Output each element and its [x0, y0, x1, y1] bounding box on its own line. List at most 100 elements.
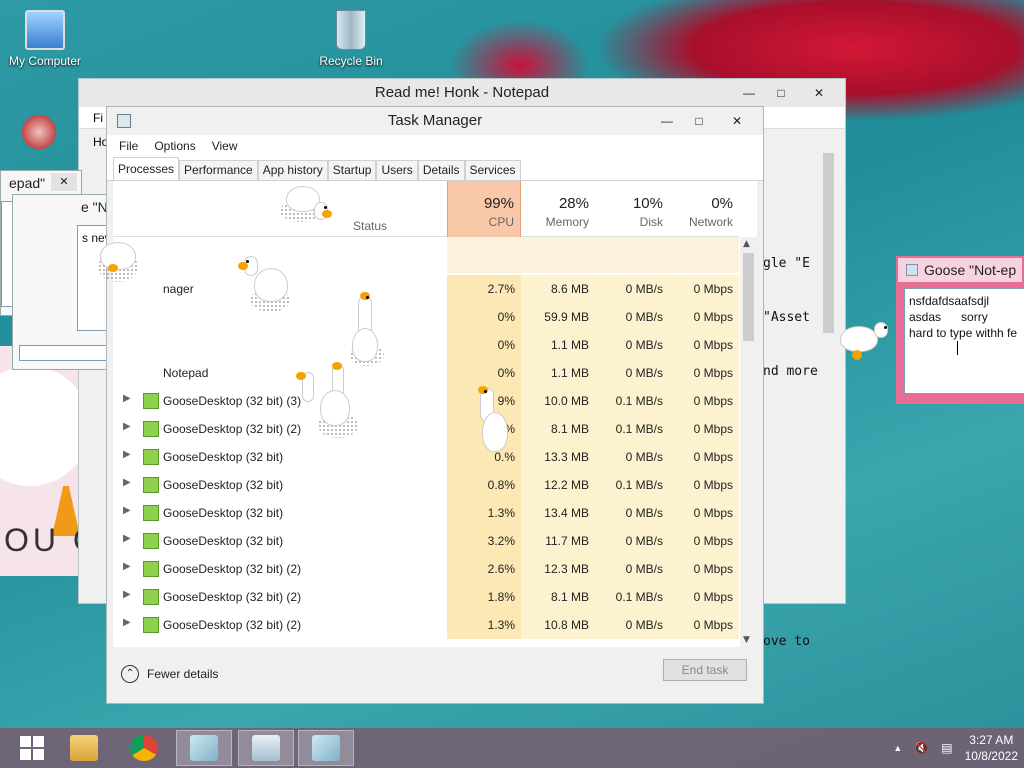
process-memory: 1.1 MB	[550, 338, 589, 352]
expand-caret-icon[interactable]: ▶	[123, 421, 131, 432]
process-row[interactable]: ▶ GooseDesktop (32 bit) (2) 2.6% 12.3 MB 0 M…	[113, 555, 739, 583]
goose-window-title: epad"	[9, 175, 46, 191]
process-row[interactable]: ▶ GooseDesktop (32 bit) 0.8% 12.2 MB 0.1 MB/…	[113, 471, 739, 499]
text-line: "Asset	[763, 310, 810, 325]
tab-processes[interactable]: Processes	[113, 157, 180, 180]
clock[interactable]: 3:27 AM 10/8/2022	[965, 732, 1018, 764]
goose-sprite[interactable]	[278, 180, 338, 230]
task-manager-titlebar[interactable]: Task Manager — □ ✕	[107, 107, 763, 135]
minimize-button[interactable]: —	[653, 112, 681, 130]
close-button[interactable]: ✕	[717, 112, 757, 130]
expand-caret-icon[interactable]: ▶	[123, 617, 131, 628]
goose-sprite[interactable]	[296, 360, 366, 444]
process-row[interactable]: ▶ GooseDesktop (32 bit) (2) 1.3% 10.8 MB 0 M…	[113, 611, 739, 639]
process-cpu: 0%	[497, 366, 515, 380]
column-status[interactable]: Status	[353, 219, 387, 233]
desktop-icon-my-computer[interactable]: My Computer	[0, 10, 90, 68]
tab-startup[interactable]: Startup	[327, 160, 377, 180]
start-button[interactable]	[4, 730, 60, 766]
expand-caret-icon[interactable]: ▶	[123, 589, 131, 600]
process-row[interactable]: ▶ GooseDesktop (32 bit) (2) 1.8% 8.1 MB 0.1 …	[113, 583, 739, 611]
process-row[interactable]: nager 2.7% 8.6 MB 0 MB/s 0 Mbps	[113, 275, 739, 303]
process-memory: 10.0 MB	[544, 394, 589, 408]
scroll-thumb[interactable]	[743, 253, 754, 341]
tab-details[interactable]: Details	[417, 160, 465, 180]
process-cpu: 3.2%	[487, 534, 515, 548]
process-name: GooseDesktop (32 bit) (2)	[163, 562, 302, 576]
tab-performance[interactable]: Performance	[179, 160, 258, 180]
process-network: 0 Mbps	[693, 590, 733, 604]
goose-sprite[interactable]	[80, 236, 140, 286]
goose-sprite[interactable]	[472, 384, 516, 460]
notepad-text[interactable]: gle "E "Asset nd more ove to	[763, 219, 818, 687]
goose-app-icon	[143, 449, 159, 465]
notepad-scrollbar[interactable]	[820, 139, 837, 579]
volume-muted-icon[interactable]: 🔇	[914, 741, 929, 755]
column-memory[interactable]: 28% Memory	[521, 181, 595, 237]
goose-window-body[interactable]: nsfdafdsaafsdjl asdas sorry hard to type…	[904, 288, 1024, 394]
chevron-up-icon[interactable]: ▲	[893, 743, 902, 753]
process-name: nager	[163, 282, 194, 296]
menu-options[interactable]: Options	[148, 139, 201, 153]
desktop-icon-datawoven[interactable]	[0, 112, 78, 156]
text-line: ove to	[763, 634, 810, 649]
group-header-band	[447, 237, 739, 273]
maximize-button[interactable]: □	[767, 84, 795, 102]
end-task-button[interactable]: End task	[663, 659, 747, 681]
taskbar: ▲ 🔇 ▤ 3:27 AM 10/8/2022	[0, 728, 1024, 768]
goose-window-titlebar[interactable]: Goose "Not-ep	[898, 258, 1022, 282]
scroll-thumb[interactable]	[823, 153, 834, 333]
tab-services[interactable]: Services	[464, 160, 521, 180]
process-row[interactable]: 0% 1.1 MB 0 MB/s 0 Mbps	[113, 331, 739, 359]
menu-view[interactable]: View	[206, 139, 244, 153]
process-list-scrollbar[interactable]: ▲ ▼	[740, 237, 757, 647]
process-list[interactable]: Status 99% CPU 28% Memory 10% Disk 0% Ne…	[113, 181, 757, 647]
close-button[interactable]: ✕	[51, 173, 77, 191]
taskbar-notepad[interactable]	[176, 730, 232, 766]
process-memory: 10.8 MB	[544, 618, 589, 632]
expand-caret-icon[interactable]: ▶	[123, 561, 131, 572]
expand-caret-icon[interactable]: ▶	[123, 505, 131, 516]
tab-app-history[interactable]: App history	[257, 160, 328, 180]
maximize-button[interactable]: □	[685, 112, 713, 130]
expand-caret-icon[interactable]: ▶	[123, 533, 131, 544]
column-cpu[interactable]: 99% CPU	[447, 181, 521, 237]
taskbar-file-explorer[interactable]	[56, 730, 112, 766]
process-row[interactable]: ▶ GooseDesktop (32 bit) (2)% 8.1 MB 0.1 MB/…	[113, 415, 739, 443]
taskbar-task-manager[interactable]	[238, 730, 294, 766]
process-row[interactable]: ▶ GooseDesktop (32 bit) 1.3% 13.4 MB 0 MB/s 0…	[113, 499, 739, 527]
process-row[interactable]: ▶ GooseDesktop (32 bit) 3.2% 11.7 MB 0 MB/s 0…	[113, 527, 739, 555]
process-row[interactable]: Notepad 0% 1.1 MB 0 MB/s 0 Mbps	[113, 359, 739, 387]
expand-caret-icon[interactable]: ▶	[123, 449, 131, 460]
fewer-details-button[interactable]: ⌃ Fewer details	[121, 665, 218, 683]
taskbar-chrome[interactable]	[116, 730, 172, 766]
taskbar-notepad-2[interactable]	[298, 730, 354, 766]
scroll-up-arrow[interactable]: ▲	[743, 239, 750, 249]
task-manager-footer: ⌃ Fewer details End task	[107, 647, 763, 703]
process-row[interactable]: ▶ GooseDesktop (32 bit) (3) 9% 10.0 MB 0.1 M…	[113, 387, 739, 415]
process-memory: 1.1 MB	[550, 366, 589, 380]
goose-notepad-window-right[interactable]: Goose "Not-ep nsfdafdsaafsdjl asdas sorr…	[896, 256, 1024, 404]
desktop-icon-label: My Computer	[8, 54, 82, 68]
goose-sprite[interactable]	[236, 254, 296, 318]
menu-file[interactable]: File	[113, 139, 144, 153]
task-manager-window[interactable]: Task Manager — □ ✕ File Options View Pro…	[106, 106, 764, 704]
network-icon[interactable]: ▤	[941, 741, 952, 755]
minimize-button[interactable]: —	[735, 84, 763, 102]
column-network[interactable]: 0% Network	[669, 181, 739, 237]
menu-file[interactable]: Fi	[79, 111, 103, 125]
column-disk[interactable]: 10% Disk	[595, 181, 669, 237]
goose-sprite[interactable]	[836, 320, 896, 366]
process-row[interactable]: 0% 59.9 MB 0 MB/s 0 Mbps	[113, 303, 739, 331]
tab-users[interactable]: Users	[376, 160, 418, 180]
desktop-icon-recycle-bin[interactable]: Recycle Bin	[306, 10, 396, 68]
process-disk: 0 MB/s	[625, 366, 663, 380]
expand-caret-icon[interactable]: ▶	[123, 393, 131, 404]
process-row[interactable]: ▶ GooseDesktop (32 bit) 0.% 13.3 MB 0 MB/s 0 …	[113, 443, 739, 471]
notepad-titlebar[interactable]: Read me! Honk - Notepad — □ ✕	[79, 79, 845, 107]
process-network: 0 Mbps	[693, 562, 733, 576]
expand-caret-icon[interactable]: ▶	[123, 477, 131, 488]
scroll-down-arrow[interactable]: ▼	[743, 635, 750, 645]
close-button[interactable]: ✕	[799, 84, 839, 102]
chevron-up-icon: ⌃	[121, 665, 139, 683]
